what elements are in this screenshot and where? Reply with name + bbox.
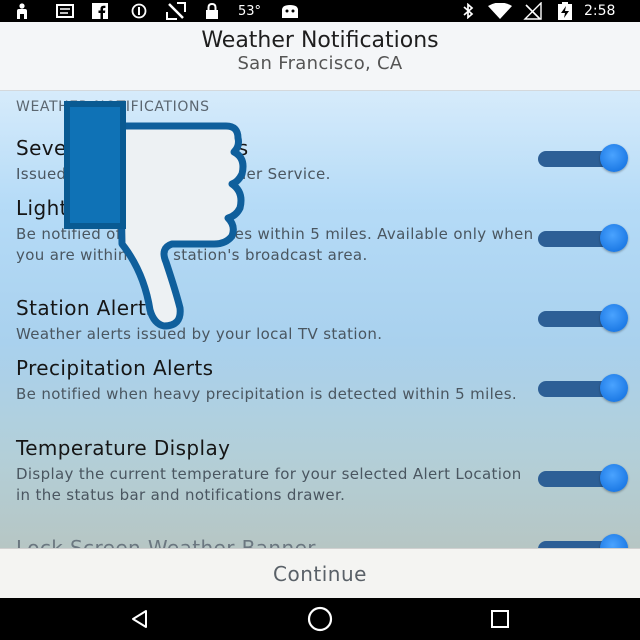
signal-off-icon xyxy=(523,2,543,20)
lightning-toggle[interactable] xyxy=(538,224,628,252)
station-toggle[interactable] xyxy=(538,304,628,332)
setting-name: Precipitation Alerts xyxy=(16,356,214,380)
toggle-knob xyxy=(600,374,628,402)
setting-description: Be notified when heavy precipitation is … xyxy=(16,385,517,403)
battery-charging-icon xyxy=(558,2,572,20)
message-icon xyxy=(56,2,74,20)
toggle-knob xyxy=(600,304,628,332)
navigation-bar xyxy=(0,598,640,640)
app-header: Weather Notifications San Francisco, CA xyxy=(0,22,640,91)
toggle-knob xyxy=(600,144,628,172)
toggle-knob xyxy=(600,534,628,548)
recents-square-icon xyxy=(491,610,509,628)
bluetooth-icon xyxy=(462,2,474,20)
back-button[interactable] xyxy=(100,598,180,640)
setting-name: Temperature Display xyxy=(16,436,231,460)
setting-name: Severe Weather Alerts xyxy=(16,136,249,160)
severe-weather-toggle[interactable] xyxy=(538,144,628,172)
lock-icon xyxy=(205,2,219,20)
no-sim-icon xyxy=(165,2,187,20)
precipitation-toggle[interactable] xyxy=(538,374,628,402)
back-triangle-icon xyxy=(132,610,147,628)
setting-description: Weather alerts issued by your local TV s… xyxy=(16,325,383,343)
settings-list[interactable]: WEATHER NOTIFICATIONS Severe Weather Ale… xyxy=(0,91,640,548)
setting-name: Station Alerts xyxy=(16,296,158,320)
toggle-knob xyxy=(600,224,628,252)
page-title: Weather Notifications xyxy=(201,28,439,53)
continue-button[interactable]: Continue xyxy=(0,549,640,599)
wifi-icon xyxy=(488,2,512,20)
setting-description: Issued by the National Weather Service. xyxy=(16,165,331,183)
toggle-knob xyxy=(600,464,628,492)
person-icon xyxy=(16,2,28,20)
lock-screen-toggle[interactable] xyxy=(538,534,628,548)
footer-bar: Continue xyxy=(0,548,640,599)
android-icon xyxy=(281,2,299,20)
setting-description: Display the current temperature for your… xyxy=(16,465,522,504)
home-button[interactable] xyxy=(280,598,360,640)
block-icon xyxy=(131,2,147,20)
section-header: WEATHER NOTIFICATIONS xyxy=(16,99,210,115)
temperature-toggle[interactable] xyxy=(538,464,628,492)
temperature-text: 53° xyxy=(238,3,262,19)
status-bar: 53° 2:58 xyxy=(0,0,640,22)
location-subtitle: San Francisco, CA xyxy=(237,53,403,74)
recents-button[interactable] xyxy=(460,598,540,640)
setting-description: Be notified of lightning strikes within … xyxy=(16,225,534,264)
setting-name: Lock Screen Weather Banner xyxy=(16,536,316,548)
setting-name: Lightning Alerts xyxy=(16,196,181,220)
clock: 2:58 xyxy=(584,3,616,19)
facebook-icon xyxy=(92,2,108,20)
home-circle-icon xyxy=(307,606,333,632)
